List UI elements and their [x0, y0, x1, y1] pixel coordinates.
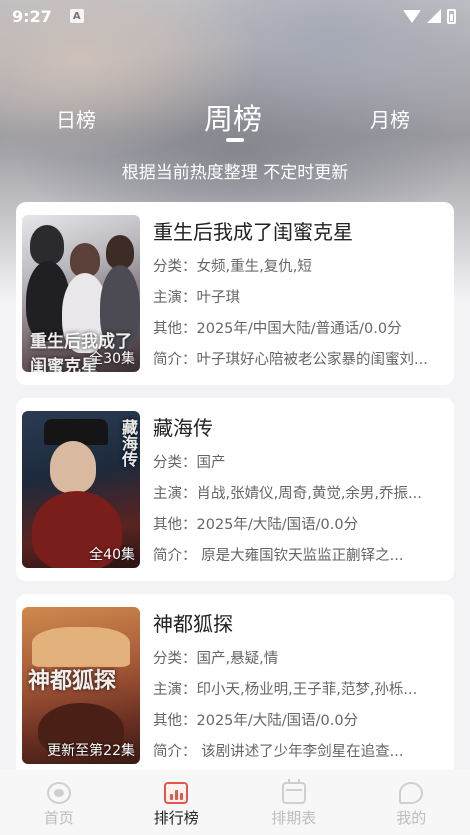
item-other: 其他：2025年/中国大陆/普通话/0.0分: [153, 321, 402, 337]
episode-badge: 全40集: [89, 547, 135, 563]
item-cast: 主演：印小天,杨业明,王子菲,范梦,孙栎...: [153, 682, 418, 698]
status-bar: 9:27 A: [0, 0, 470, 32]
tab-monthly[interactable]: 月榜: [370, 104, 410, 133]
item-title[interactable]: 藏海传: [153, 412, 448, 441]
tab-daily[interactable]: 日榜: [56, 104, 96, 133]
list-item[interactable]: 神都狐探 更新至第22集 神都狐探 分类：国产,悬疑,情 主演：印小天,杨业明,…: [16, 594, 454, 777]
ranking-icon: [164, 782, 189, 804]
list-item[interactable]: 藏海传 全40集 藏海传 分类：国产 主演：肖战,张婧仪,周奇,黄觉,余男,乔振…: [16, 398, 454, 581]
profile-icon: [399, 782, 424, 804]
notification-a-icon: A: [69, 9, 84, 23]
ranking-tabs: 日榜 周榜 月榜: [0, 96, 470, 146]
wifi-icon: [403, 9, 421, 23]
nav-profile-label: 我的: [396, 809, 427, 827]
nav-ranking-label: 排行榜: [153, 809, 199, 827]
episode-badge: 全30集: [89, 351, 135, 367]
tab-weekly[interactable]: 周榜: [204, 96, 262, 138]
signal-icon: [427, 9, 441, 23]
item-category: 分类：国产: [153, 455, 226, 471]
list-item[interactable]: 重生后我成了闺蜜克星 全30集 重生后我成了闺蜜克星 分类：女频,重生,复仇,短…: [16, 202, 454, 385]
poster-image[interactable]: 重生后我成了闺蜜克星 全30集: [22, 215, 140, 372]
active-tab-indicator: [226, 138, 244, 142]
item-title[interactable]: 神都狐探: [153, 608, 448, 637]
nav-profile[interactable]: 我的: [353, 770, 470, 835]
item-other: 其他：2025年/大陆/国语/0.0分: [153, 517, 359, 533]
episode-badge: 更新至第22集: [47, 743, 135, 759]
item-other: 其他：2025年/大陆/国语/0.0分: [153, 713, 359, 729]
calendar-icon: [281, 779, 306, 804]
item-cast: 主演：叶子琪: [153, 290, 240, 306]
nav-home-label: 首页: [43, 809, 74, 827]
battery-icon: [447, 8, 456, 24]
item-summary: 简介： 该剧讲述了少年李剑星在追查...: [153, 744, 404, 760]
nav-schedule[interactable]: 排期表: [235, 770, 353, 835]
item-title[interactable]: 重生后我成了闺蜜克星: [153, 216, 448, 245]
item-summary: 简介： 原是大雍国钦天监监正蒯铎之...: [153, 548, 404, 564]
poster-image[interactable]: 藏海传 全40集: [22, 411, 140, 568]
item-category: 分类：女频,重生,复仇,短: [153, 259, 312, 275]
ranking-subtitle: 根据当前热度整理 不定时更新: [121, 163, 349, 183]
item-category: 分类：国产,悬疑,情: [153, 651, 279, 667]
poster-image[interactable]: 神都狐探 更新至第22集: [22, 607, 140, 764]
poster-title-art: 神都狐探: [28, 668, 117, 694]
poster-title-art: 藏海传: [119, 419, 138, 467]
bottom-navigation: 首页 排行榜 排期表 我的: [0, 770, 470, 835]
item-cast: 主演：肖战,张婧仪,周奇,黄觉,余男,乔振...: [153, 486, 422, 502]
nav-home[interactable]: 首页: [0, 770, 118, 835]
nav-ranking[interactable]: 排行榜: [118, 770, 236, 835]
home-icon: [46, 782, 71, 804]
item-summary: 简介：叶子琪好心陪被老公家暴的闺蜜刘...: [153, 352, 428, 368]
status-time: 9:27: [12, 6, 52, 26]
nav-schedule-label: 排期表: [271, 809, 317, 827]
